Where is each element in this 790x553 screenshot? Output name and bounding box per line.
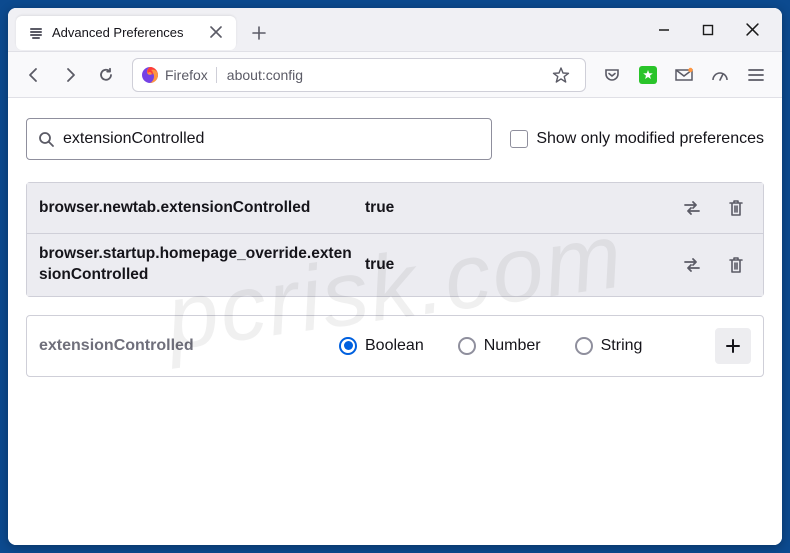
show-modified-checkbox[interactable]: Show only modified preferences [510,130,764,148]
extension-icon[interactable] [632,59,664,91]
minimize-button[interactable] [654,20,674,40]
reload-button[interactable] [90,59,122,91]
type-radios: Boolean Number String [339,337,715,355]
pref-row[interactable]: browser.startup.homepage_override.extens… [27,233,763,296]
close-tab-icon[interactable] [210,26,224,40]
pref-actions [677,193,751,223]
pref-row[interactable]: browser.newtab.extensionControlled true [27,183,763,233]
nav-toolbar: Firefox about:config [8,52,782,98]
checkbox-icon[interactable] [510,130,528,148]
pref-value: true [359,199,677,217]
app-menu-icon[interactable] [740,59,772,91]
firefox-logo-icon [141,66,159,84]
radio-icon [458,337,476,355]
url-bar[interactable]: Firefox about:config [132,58,586,92]
new-pref-name: extensionControlled [39,337,339,355]
close-window-button[interactable] [742,20,762,40]
radio-boolean[interactable]: Boolean [339,337,424,355]
show-modified-label: Show only modified preferences [536,130,764,148]
delete-icon[interactable] [721,193,751,223]
bookmark-star-icon[interactable] [545,59,577,91]
radio-number[interactable]: Number [458,337,541,355]
maximize-button[interactable] [698,20,718,40]
forward-button[interactable] [54,59,86,91]
active-tab[interactable]: Advanced Preferences [16,16,236,50]
tab-favicon [28,25,44,41]
pref-results: browser.newtab.extensionControlled true … [26,182,764,297]
radio-icon [339,337,357,355]
tab-title: Advanced Preferences [52,25,202,40]
radio-label: Number [484,337,541,355]
search-row: Show only modified preferences [26,118,764,160]
about-config-content: Show only modified preferences browser.n… [8,98,782,545]
back-button[interactable] [18,59,50,91]
add-pref-button[interactable] [715,328,751,364]
new-tab-button[interactable] [244,18,274,48]
dashboard-icon[interactable] [704,59,736,91]
pref-search-box[interactable] [26,118,492,160]
pref-actions [677,250,751,280]
pref-name: browser.newtab.extensionControlled [39,198,359,219]
radio-label: String [601,337,643,355]
toggle-icon[interactable] [677,250,707,280]
inbox-icon[interactable] [668,59,700,91]
window-controls [654,20,774,40]
search-icon [37,130,55,148]
pref-name: browser.startup.homepage_override.extens… [39,244,359,286]
radio-label: Boolean [365,337,424,355]
search-input[interactable] [63,130,481,148]
delete-icon[interactable] [721,250,751,280]
toggle-icon[interactable] [677,193,707,223]
browser-window: Advanced Preferences [8,8,782,545]
url-text: about:config [223,67,539,83]
radio-icon [575,337,593,355]
titlebar: Advanced Preferences [8,8,782,52]
pocket-icon[interactable] [596,59,628,91]
radio-string[interactable]: String [575,337,643,355]
identity-label: Firefox [165,67,217,83]
new-pref-row: extensionControlled Boolean Number Strin… [26,315,764,377]
pref-value: true [359,256,677,274]
